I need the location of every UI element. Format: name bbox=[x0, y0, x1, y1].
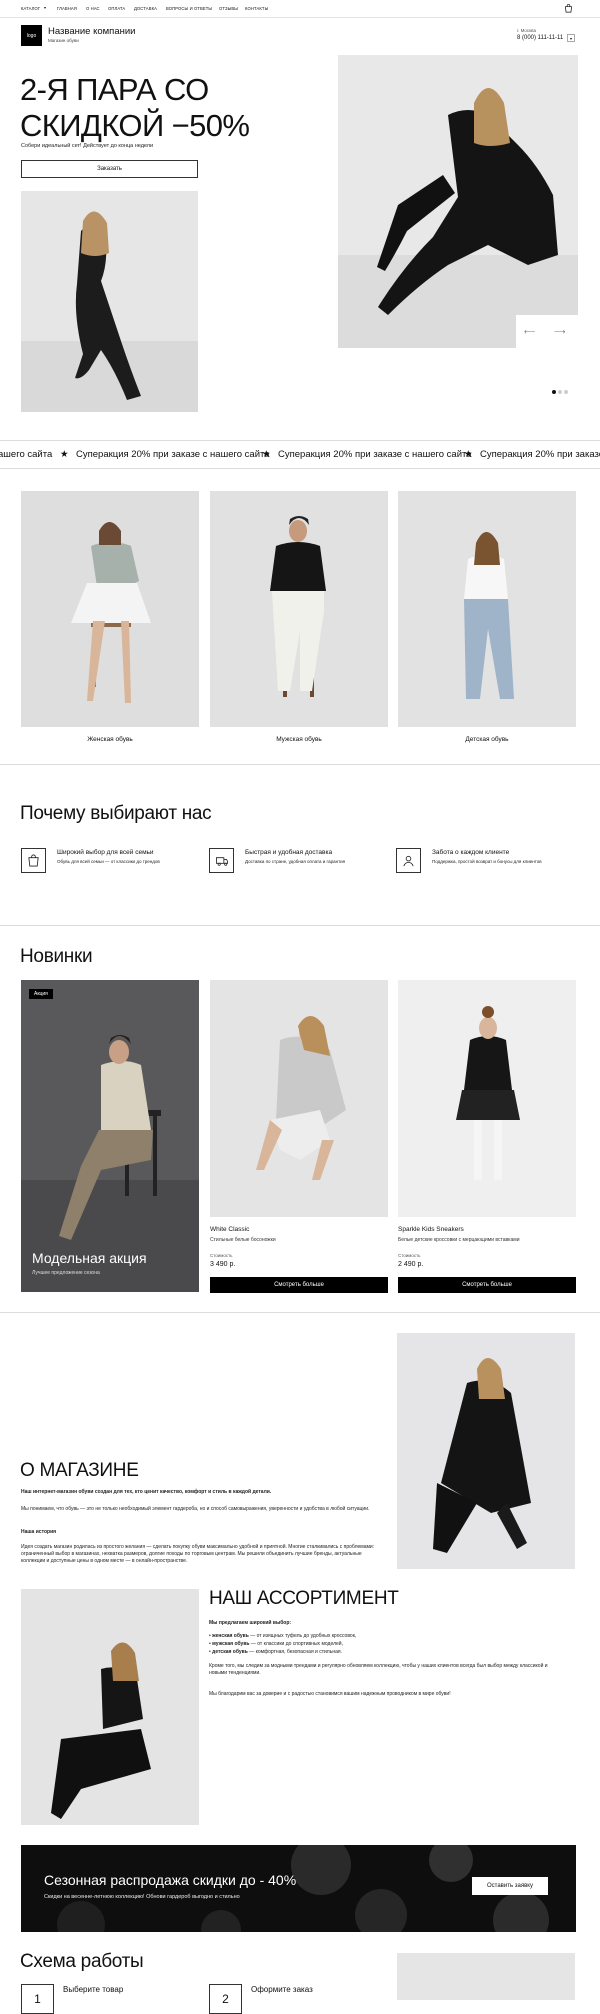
assortment-item: • мужская обувь — от классики до спортив… bbox=[209, 1641, 343, 1647]
assortment-item: • женская обувь — от изящных туфель до у… bbox=[209, 1633, 357, 1639]
step-number: 2 bbox=[209, 1984, 242, 2014]
category-kids-label[interactable]: Детская обувь bbox=[398, 736, 576, 743]
see-more-button[interactable]: Смотреть больше bbox=[210, 1277, 388, 1293]
cart-icon[interactable] bbox=[564, 4, 573, 13]
product-name[interactable]: White Classic bbox=[210, 1226, 249, 1233]
price-label: Стоимость bbox=[398, 1253, 421, 1258]
chevron-down-icon: ▾ bbox=[44, 5, 47, 10]
why-title: Почему выбирают нас bbox=[20, 803, 212, 824]
step-number: 1 bbox=[21, 1984, 54, 2014]
assortment-lead: Мы предлагаем широкий выбор: bbox=[209, 1620, 292, 1626]
ticker-text: Суперакция 20% при заказе с нашего сайта bbox=[480, 449, 600, 460]
star-icon: ★ bbox=[262, 449, 271, 460]
bag-icon bbox=[21, 848, 46, 873]
hero-photo-main bbox=[338, 55, 578, 348]
assortment-title: НАШ АССОРТИМЕНТ bbox=[209, 1588, 399, 1609]
promo-card[interactable] bbox=[21, 980, 199, 1292]
promo-badge: Акция bbox=[29, 989, 53, 999]
leave-request-button[interactable]: Оставить заявку bbox=[472, 1877, 548, 1895]
price: 3 490 р. bbox=[210, 1261, 236, 1268]
star-icon: ★ bbox=[464, 449, 473, 460]
assortment-paragraph: Мы благодарим вас за доверие и с радость… bbox=[209, 1691, 451, 1697]
nav-contacts[interactable]: КОНТАКТЫ bbox=[245, 6, 268, 11]
phone[interactable]: 8 (000) 111-11-11 bbox=[517, 35, 563, 41]
slider-dot-active[interactable] bbox=[552, 390, 556, 394]
arrow-right-icon[interactable]: ⟶ bbox=[554, 327, 565, 336]
nav-delivery[interactable]: ДОСТАВКА bbox=[134, 6, 157, 11]
assortment-photo bbox=[21, 1589, 199, 1825]
promo-title: Модельная акция bbox=[32, 1250, 147, 1266]
company-subtitle: Магазин обуви bbox=[48, 38, 79, 43]
why-item-text: Доставка по стране, удобная оплата и гар… bbox=[245, 859, 346, 864]
new-title: Новинки bbox=[20, 946, 93, 967]
product-photo[interactable] bbox=[210, 980, 388, 1217]
about-paragraph: Мы понимаем, что обувь — это не только н… bbox=[21, 1506, 370, 1512]
why-item-text: Поддержка, простой возврат и бонусы для … bbox=[432, 859, 542, 864]
nav-payment[interactable]: ОПЛАТА bbox=[108, 6, 125, 11]
chevron-down-icon[interactable]: ▾ bbox=[567, 34, 575, 42]
arrow-left-icon[interactable]: ⟵ bbox=[524, 327, 535, 336]
about-history: Идея создать магазин родилась из простог… bbox=[21, 1544, 375, 1564]
hero-title-line1: 2-Я ПАРА СО bbox=[20, 72, 209, 107]
product-photo[interactable] bbox=[398, 980, 576, 1217]
ticker-text: Суперакция 20% при заказе с нашего сайта bbox=[278, 449, 472, 460]
assortment-item: • детская обувь — комфортная, безопасная… bbox=[209, 1649, 342, 1655]
see-more-button[interactable]: Смотреть больше bbox=[398, 1277, 576, 1293]
sale-subtitle: Скидки на весенне-летнюю коллекцию! Обно… bbox=[44, 1894, 240, 1900]
slider-dot[interactable] bbox=[558, 390, 562, 394]
slider-dot[interactable] bbox=[564, 390, 568, 394]
promo-ticker: ашего сайта ★ Суперакция 20% при заказе … bbox=[0, 446, 600, 464]
hero-title-line2: СКИДКОЙ −50% bbox=[20, 108, 250, 143]
about-title: О МАГАЗИНЕ bbox=[20, 1460, 139, 1481]
top-nav: КАТАЛОГ ▾ ГЛАВНАЯ О НАС ОПЛАТА ДОСТАВКА … bbox=[0, 0, 600, 18]
ticker-text: Суперакция 20% при заказе с нашего сайта bbox=[76, 449, 270, 460]
price-label: Стоимость bbox=[210, 1253, 233, 1258]
hero-photo-small bbox=[21, 191, 198, 412]
city: г. Москва bbox=[517, 28, 536, 33]
about-lead: Наш интернет-магазин обуви создан для те… bbox=[21, 1489, 272, 1495]
scheme-title: Схема работы bbox=[20, 1951, 144, 1972]
why-item-title: Быстрая и удобная доставка bbox=[245, 849, 333, 856]
category-men-label[interactable]: Мужская обувь bbox=[210, 736, 388, 743]
price: 2 490 р. bbox=[398, 1261, 424, 1268]
promo-subtitle: Лучшее предложение сезона bbox=[32, 1270, 100, 1276]
order-button[interactable]: Заказать bbox=[21, 160, 198, 178]
about-history-title: Наша история bbox=[21, 1529, 57, 1535]
hero-subtitle: Собери идеальный сет! Действует до конца… bbox=[21, 143, 154, 149]
nav-catalog[interactable]: КАТАЛОГ bbox=[21, 6, 40, 11]
why-item-title: Широкий выбор для всей семьи bbox=[57, 849, 154, 856]
category-women-photo[interactable] bbox=[21, 491, 199, 727]
star-icon: ★ bbox=[60, 449, 69, 460]
nav-faq[interactable]: ВОПРОСЫ И ОТВЕТЫ bbox=[166, 6, 212, 11]
category-men-photo[interactable] bbox=[210, 491, 388, 727]
slider-controls: ⟵ ⟶ bbox=[516, 315, 578, 348]
why-item-title: Забота о каждом клиенте bbox=[432, 849, 510, 856]
why-item-text: Обувь для всей семьи — от классики до тр… bbox=[57, 859, 160, 864]
step-title: Выберите товар bbox=[63, 1985, 124, 1994]
scheme-photo bbox=[397, 1953, 575, 2000]
nav-reviews[interactable]: ОТЗЫВЫ bbox=[219, 6, 238, 11]
sale-title: Сезонная распродажа скидки до - 40% bbox=[44, 1872, 297, 1888]
product-desc: Белые детские кроссовки с мерцающими вст… bbox=[398, 1237, 520, 1243]
nav-home[interactable]: ГЛАВНАЯ bbox=[57, 6, 77, 11]
category-women-label[interactable]: Женская обувь bbox=[21, 736, 199, 743]
product-desc: Стильные белые босоножки bbox=[210, 1237, 276, 1243]
care-icon bbox=[396, 848, 421, 873]
assortment-paragraph: Кроме того, мы следим за модными трендам… bbox=[209, 1663, 548, 1676]
step-title: Оформите заказ bbox=[251, 1985, 313, 1994]
ticker-text: ашего сайта bbox=[0, 449, 53, 460]
company-name: Название компании bbox=[48, 26, 136, 37]
category-kids-photo[interactable] bbox=[398, 491, 576, 727]
nav-about[interactable]: О НАС bbox=[86, 6, 100, 11]
logo[interactable]: logo bbox=[21, 25, 42, 46]
product-name[interactable]: Sparkle Kids Sneakers bbox=[398, 1226, 464, 1233]
truck-icon bbox=[209, 848, 234, 873]
about-photo bbox=[397, 1333, 575, 1569]
